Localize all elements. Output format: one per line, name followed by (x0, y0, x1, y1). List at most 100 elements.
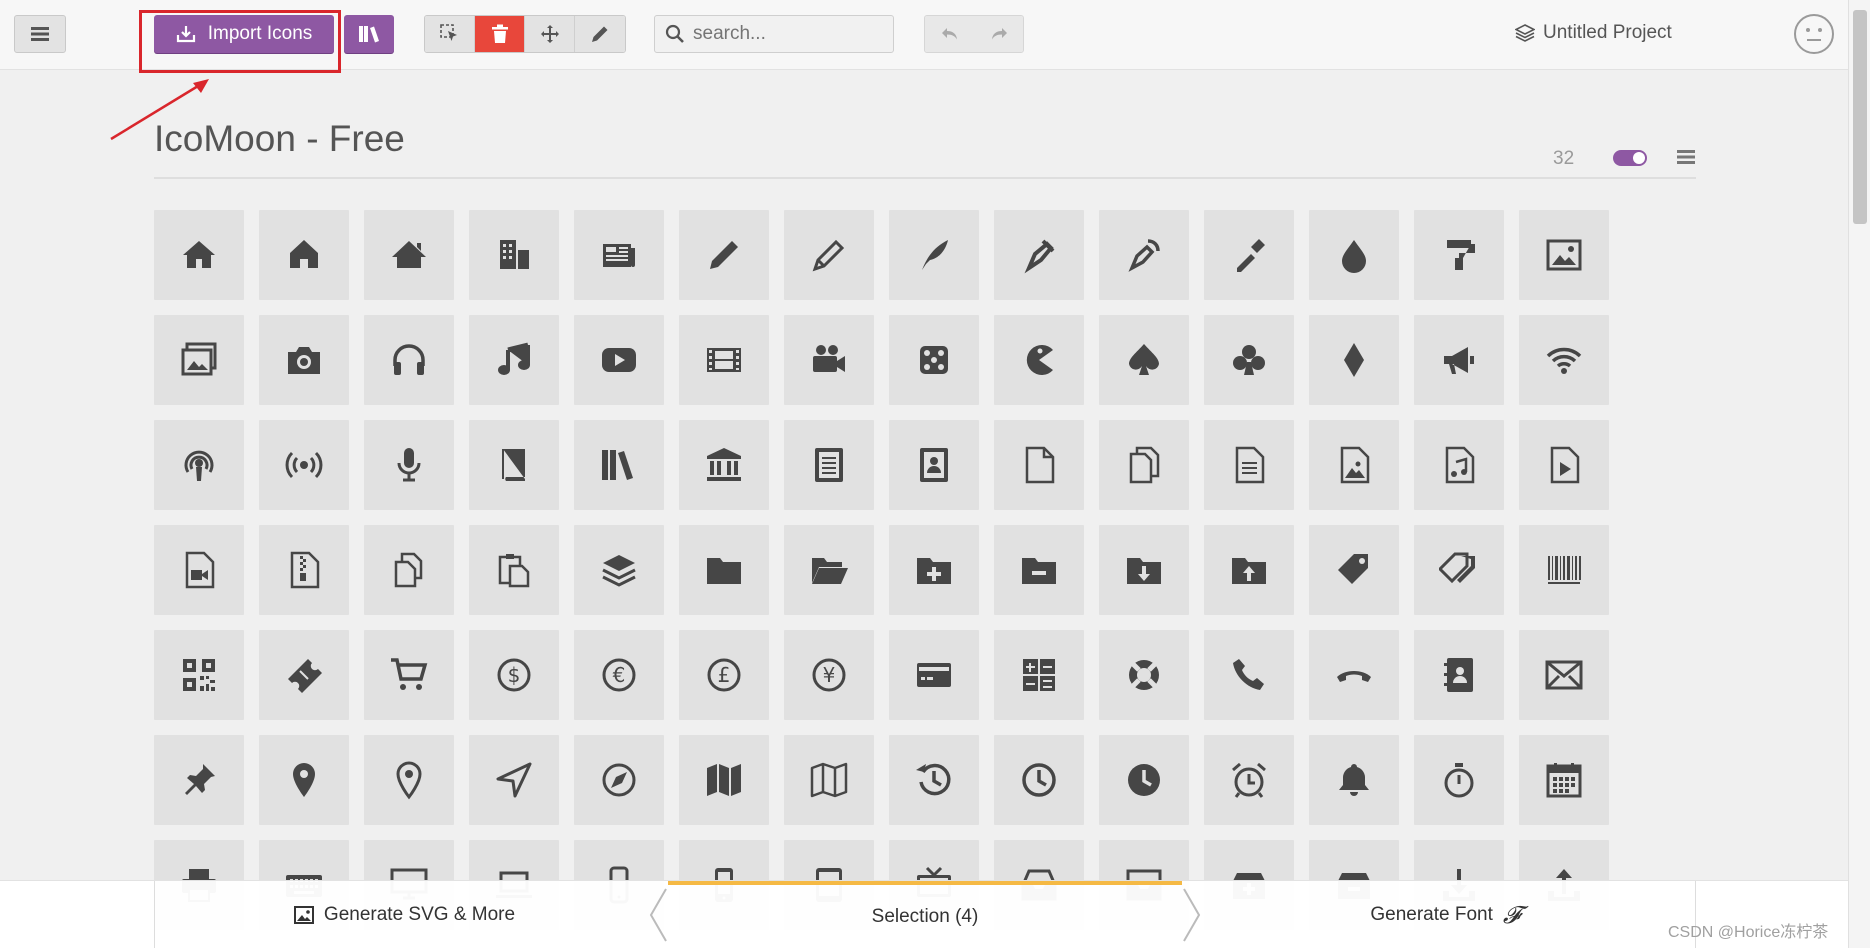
icon-tile[interactable] (259, 630, 349, 720)
icon-tile[interactable] (889, 630, 979, 720)
icon-tile[interactable] (154, 420, 244, 510)
icon-tile[interactable] (784, 525, 874, 615)
icon-tile[interactable] (1414, 210, 1504, 300)
icon-tile[interactable] (154, 630, 244, 720)
icon-tile[interactable] (994, 735, 1084, 825)
icon-tile[interactable] (994, 210, 1084, 300)
icon-tile[interactable] (889, 210, 979, 300)
icon-tile[interactable] (784, 210, 874, 300)
icon-tile[interactable] (1204, 420, 1294, 510)
icon-tile[interactable] (1414, 525, 1504, 615)
icon-tile[interactable] (574, 420, 664, 510)
generate-font-button[interactable]: Generate Font 𝓕 (1196, 881, 1696, 948)
icon-tile[interactable] (1519, 525, 1609, 615)
icon-library-button[interactable] (344, 15, 394, 53)
icon-tile[interactable] (784, 420, 874, 510)
main-menu-button[interactable] (14, 15, 66, 53)
icon-tile[interactable] (1204, 525, 1294, 615)
icon-tile[interactable] (679, 315, 769, 405)
icon-tile[interactable] (784, 735, 874, 825)
icon-tile[interactable] (1204, 735, 1294, 825)
delete-tool-button[interactable] (475, 16, 525, 52)
icon-tile[interactable] (994, 420, 1084, 510)
icon-tile[interactable]: $ (469, 630, 559, 720)
icon-tile[interactable] (154, 525, 244, 615)
icon-tile[interactable] (1519, 420, 1609, 510)
selection-tab[interactable]: Selection (4) (668, 881, 1182, 948)
search-box[interactable] (654, 15, 894, 53)
user-avatar[interactable] (1794, 14, 1834, 54)
icon-tile[interactable] (994, 315, 1084, 405)
icon-tile[interactable] (259, 210, 349, 300)
scrollbar-thumb[interactable] (1853, 10, 1867, 224)
icon-tile[interactable] (259, 420, 349, 510)
icon-tile[interactable] (889, 735, 979, 825)
icon-tile[interactable] (1519, 210, 1609, 300)
icon-tile[interactable] (1099, 525, 1189, 615)
icon-tile[interactable] (1414, 315, 1504, 405)
icon-tile[interactable] (1309, 315, 1399, 405)
icon-tile[interactable] (574, 735, 664, 825)
select-tool-button[interactable] (425, 16, 475, 52)
icon-tile[interactable] (889, 315, 979, 405)
icon-tile[interactable] (1519, 315, 1609, 405)
icon-tile[interactable] (679, 525, 769, 615)
icon-tile[interactable] (469, 315, 559, 405)
icon-tile[interactable] (469, 420, 559, 510)
icon-tile[interactable] (154, 735, 244, 825)
icon-tile[interactable] (364, 630, 454, 720)
icon-tile[interactable] (469, 525, 559, 615)
icon-tile[interactable] (1309, 630, 1399, 720)
icon-tile[interactable] (994, 525, 1084, 615)
icon-tile[interactable] (364, 210, 454, 300)
edit-tool-button[interactable] (575, 16, 625, 52)
icon-tile[interactable] (574, 525, 664, 615)
icon-tile[interactable] (364, 735, 454, 825)
set-menu-icon[interactable] (1677, 150, 1695, 164)
icon-tile[interactable] (364, 420, 454, 510)
move-tool-button[interactable] (525, 16, 575, 52)
page-scrollbar[interactable] (1848, 0, 1870, 948)
search-input[interactable] (693, 23, 873, 45)
icon-tile[interactable] (154, 315, 244, 405)
icon-tile[interactable] (469, 735, 559, 825)
icon-tile[interactable] (679, 420, 769, 510)
icon-tile[interactable] (574, 315, 664, 405)
icon-tile[interactable] (889, 525, 979, 615)
icon-tile[interactable] (1414, 630, 1504, 720)
icon-tile[interactable] (784, 315, 874, 405)
set-visibility-toggle[interactable] (1613, 150, 1647, 166)
icon-tile[interactable]: € (574, 630, 664, 720)
icon-tile[interactable] (1414, 420, 1504, 510)
project-name[interactable]: Untitled Project (1515, 22, 1672, 44)
redo-button[interactable] (974, 16, 1023, 52)
icon-tile[interactable] (1204, 210, 1294, 300)
icon-tile[interactable] (1519, 630, 1609, 720)
generate-svg-button[interactable]: Generate SVG & More (154, 881, 654, 948)
icon-tile[interactable] (994, 630, 1084, 720)
icon-tile[interactable] (154, 210, 244, 300)
icon-tile[interactable] (1099, 630, 1189, 720)
icon-tile[interactable] (1099, 210, 1189, 300)
icon-tile[interactable] (1204, 630, 1294, 720)
icon-tile[interactable] (259, 735, 349, 825)
icon-tile[interactable] (1099, 315, 1189, 405)
icon-tile[interactable] (679, 210, 769, 300)
icon-tile[interactable] (259, 525, 349, 615)
icon-tile[interactable] (1414, 735, 1504, 825)
icon-tile[interactable] (364, 525, 454, 615)
icon-tile[interactable] (889, 420, 979, 510)
icon-tile[interactable] (259, 315, 349, 405)
icon-tile[interactable] (1309, 420, 1399, 510)
icon-tile[interactable]: ¥ (784, 630, 874, 720)
undo-button[interactable] (925, 16, 974, 52)
icon-tile[interactable] (1099, 735, 1189, 825)
icon-tile[interactable] (469, 210, 559, 300)
icon-tile[interactable] (364, 315, 454, 405)
icon-tile[interactable] (1309, 735, 1399, 825)
icon-tile[interactable] (1309, 210, 1399, 300)
icon-tile[interactable] (679, 735, 769, 825)
icon-tile[interactable] (574, 210, 664, 300)
icon-tile[interactable] (1099, 420, 1189, 510)
icon-tile[interactable] (1309, 525, 1399, 615)
